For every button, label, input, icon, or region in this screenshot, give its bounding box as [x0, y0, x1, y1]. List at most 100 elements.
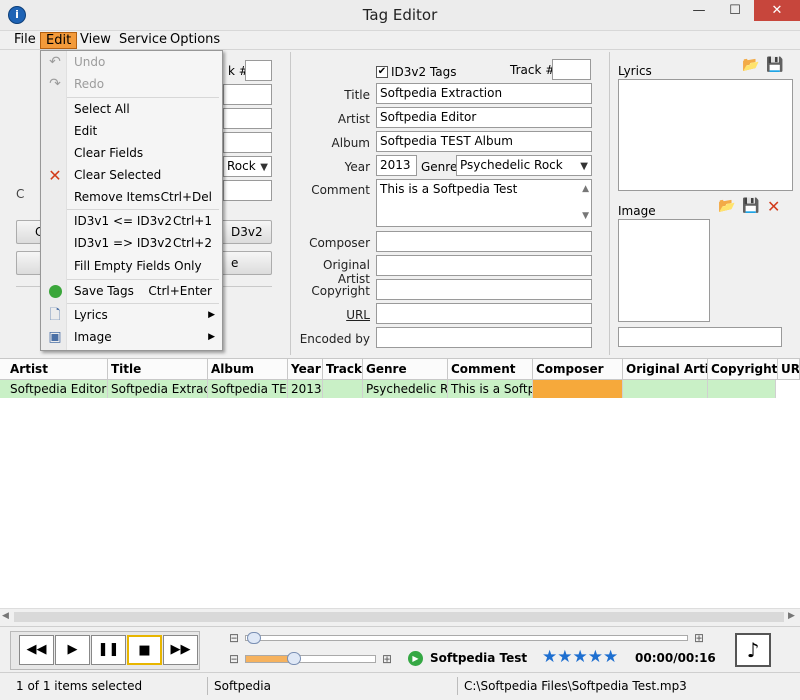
- col-year[interactable]: Year: [288, 359, 323, 380]
- title-input[interactable]: Softpedia Extraction: [376, 83, 592, 104]
- id3v1-comment-input[interactable]: [223, 180, 272, 201]
- artist-input[interactable]: Softpedia Editor: [376, 107, 592, 128]
- genre-combo[interactable]: Psychedelic Rock ▼: [456, 155, 592, 176]
- volume-handle[interactable]: [287, 652, 301, 665]
- lyrics-textarea[interactable]: [618, 79, 793, 191]
- menu-view[interactable]: View: [75, 32, 116, 49]
- seek-slider[interactable]: [245, 635, 688, 641]
- toggle-view-button[interactable]: ♪: [735, 633, 771, 667]
- image-box[interactable]: [618, 219, 710, 322]
- menu-item-id3v1-from-v2[interactable]: ID3v1 <= ID3v2 Ctrl+1: [41, 211, 222, 232]
- seek-minus-icon[interactable]: ⊟: [229, 631, 239, 645]
- save-image-icon[interactable]: 💾: [742, 198, 759, 214]
- delete-icon: ✕: [48, 166, 62, 185]
- col-track[interactable]: Track: [323, 359, 363, 380]
- rating-stars[interactable]: ★★★★★: [542, 647, 618, 667]
- play-button[interactable]: ▶: [55, 635, 90, 665]
- id3v2-checkbox[interactable]: ✔: [376, 66, 388, 78]
- stop-button[interactable]: ■: [127, 635, 162, 665]
- minimize-button[interactable]: —: [682, 1, 716, 21]
- comment-textarea[interactable]: This is a Softpedia Test ▲ ▼: [376, 179, 592, 227]
- col-artist[interactable]: Artist: [7, 359, 108, 380]
- scrollbar-thumb[interactable]: [14, 612, 784, 622]
- volume-minus-icon[interactable]: ⊟: [229, 652, 239, 666]
- menu-item-image[interactable]: ▣ Image ▶: [41, 327, 222, 348]
- col-copyright[interactable]: Copyright: [708, 359, 778, 380]
- url-input[interactable]: [376, 303, 592, 324]
- id3v1-track-input[interactable]: [245, 60, 272, 81]
- open-folder-icon[interactable]: 📂: [742, 57, 759, 73]
- menu-item-lyrics[interactable]: 🗋 Lyrics ▶: [41, 305, 222, 326]
- seek-handle[interactable]: [247, 632, 261, 644]
- original-artist-input[interactable]: [376, 255, 592, 276]
- open-image-icon[interactable]: 📂: [718, 198, 735, 214]
- col-comment[interactable]: Comment: [448, 359, 533, 380]
- scroll-up-icon[interactable]: ▲: [582, 182, 589, 197]
- menu-item-edit[interactable]: Edit: [41, 121, 222, 142]
- horizontal-scrollbar[interactable]: ◀ ▶: [0, 608, 800, 625]
- menu-item-undo[interactable]: ↶ Undo: [41, 52, 222, 73]
- volume-slider[interactable]: [245, 655, 376, 663]
- star-icon[interactable]: ★: [542, 647, 557, 667]
- menu-item-select-all[interactable]: Select All: [41, 99, 222, 120]
- year-input[interactable]: 2013: [376, 155, 417, 176]
- seek-plus-icon[interactable]: ⊞: [694, 631, 704, 645]
- cell-genre: Psychedelic Rock: [363, 380, 448, 398]
- redo-icon: ↷: [49, 76, 61, 92]
- track-label: Track #: [510, 63, 556, 77]
- scroll-right-icon[interactable]: ▶: [788, 611, 795, 621]
- menu-item-save-tags[interactable]: Save Tags Ctrl+Enter: [41, 281, 222, 302]
- save-icon[interactable]: 💾: [766, 57, 783, 73]
- col-composer[interactable]: Composer: [533, 359, 623, 380]
- url-link[interactable]: URL: [291, 308, 370, 322]
- star-icon[interactable]: ★: [603, 647, 618, 667]
- copyright-input[interactable]: [376, 279, 592, 300]
- menu-item-fill-empty[interactable]: Fill Empty Fields Only: [41, 256, 222, 277]
- id3v1-album-input[interactable]: [223, 132, 272, 153]
- menu-item-remove-items[interactable]: Remove Items Ctrl+Del: [41, 187, 222, 208]
- menu-options[interactable]: Options: [165, 32, 225, 49]
- track-input[interactable]: [552, 59, 591, 80]
- encoded-by-input[interactable]: [376, 327, 592, 348]
- id3v1-to-v2-label: ID3v1 => ID3v2: [74, 236, 173, 250]
- menu-file[interactable]: File: [9, 32, 41, 49]
- volume-plus-icon[interactable]: ⊞: [382, 652, 392, 666]
- pause-button[interactable]: ❚❚: [91, 635, 126, 665]
- file-list: [0, 380, 800, 608]
- rewind-button[interactable]: ◀◀: [19, 635, 54, 665]
- scroll-down-icon[interactable]: ▼: [582, 209, 589, 224]
- col-url[interactable]: UR: [778, 359, 800, 380]
- star-icon[interactable]: ★: [573, 647, 588, 667]
- comment-value: This is a Softpedia Test: [380, 182, 518, 196]
- col-album[interactable]: Album: [208, 359, 288, 380]
- forward-button[interactable]: ▶▶: [163, 635, 198, 665]
- col-original-artist[interactable]: Original Artist: [623, 359, 708, 380]
- menu-service[interactable]: Service: [114, 32, 172, 49]
- star-icon[interactable]: ★: [588, 647, 603, 667]
- menu-edit[interactable]: Edit: [40, 32, 78, 49]
- col-title[interactable]: Title: [108, 359, 208, 380]
- id3v1-genre-combo[interactable]: Rock ▼: [223, 156, 272, 177]
- edit-menu-dropdown: ↶ Undo ↷ Redo Select All Edit Clear Fiel…: [40, 50, 223, 351]
- clear-selected-label: Clear Selected: [74, 168, 162, 182]
- save-tags-shortcut: Ctrl+Enter: [148, 284, 212, 298]
- composer-label: Composer: [309, 236, 370, 250]
- id3v1-title-input[interactable]: [223, 84, 272, 105]
- stop-icon: ■: [138, 643, 151, 658]
- menu-item-redo[interactable]: ↷ Redo: [41, 74, 222, 95]
- close-button[interactable]: ✕: [754, 0, 800, 21]
- image-description-input[interactable]: [618, 327, 782, 347]
- id3v1-left-label: C: [16, 187, 25, 201]
- album-input[interactable]: Softpedia TEST Album: [376, 131, 592, 152]
- scroll-left-icon[interactable]: ◀: [2, 611, 9, 621]
- delete-image-icon[interactable]: ✕: [767, 197, 780, 216]
- col-genre[interactable]: Genre: [363, 359, 448, 380]
- menu-item-clear-selected[interactable]: ✕ Clear Selected: [41, 165, 222, 186]
- star-icon[interactable]: ★: [557, 647, 572, 667]
- id3v1-artist-input[interactable]: [223, 108, 272, 129]
- maximize-button[interactable]: ☐: [718, 1, 752, 21]
- table-row[interactable]: Softpedia Editor Softpedia Extraction So…: [0, 380, 776, 398]
- composer-input[interactable]: [376, 231, 592, 252]
- menu-item-id3v1-to-v2[interactable]: ID3v1 => ID3v2 Ctrl+2: [41, 233, 222, 254]
- menu-item-clear-fields[interactable]: Clear Fields: [41, 143, 222, 164]
